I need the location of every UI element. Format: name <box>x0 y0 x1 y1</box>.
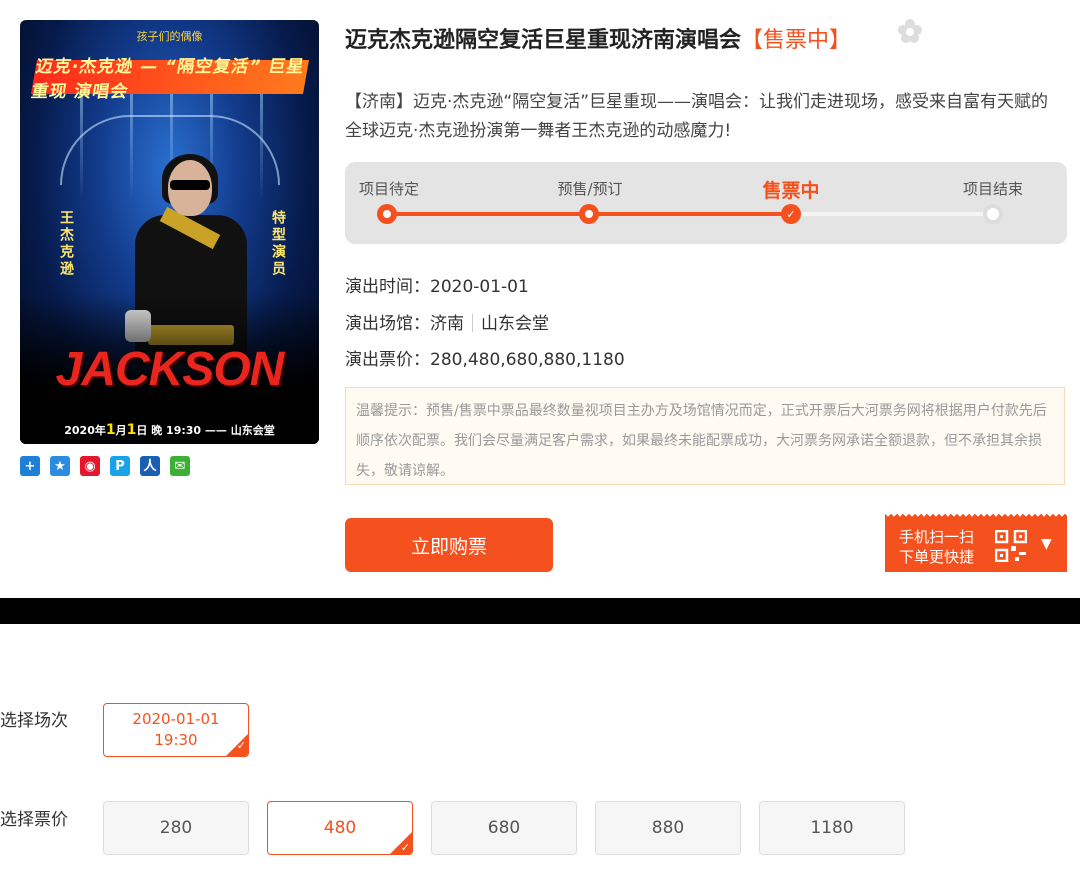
session-select-label: 选择场次 <box>0 711 68 731</box>
poster-day-unit: 日 <box>136 424 148 437</box>
price-option-680[interactable]: 680 <box>431 801 577 855</box>
event-title-text: 迈克杰克逊隔空复活巨星重现济南演唱会 <box>345 28 742 53</box>
favorite-flower-icon[interactable] <box>897 16 923 50</box>
session-option[interactable]: 2020-01-01 19:30 ✓ <box>103 703 249 757</box>
price-row: 演出票价：280,480,680,880,1180 <box>345 345 625 370</box>
zigzag-edge <box>885 514 1067 520</box>
share-bar: + ★ ◉ P 人 ✉ <box>20 456 190 476</box>
show-time-value: 2020-01-01 <box>430 277 529 297</box>
poster-date-line: 2020年1月1日 晚 19:30 —— 山东会堂 <box>20 422 319 438</box>
price-label: 演出票价： <box>345 350 430 370</box>
price-option-label: 480 <box>323 818 357 838</box>
poster-top-text: 孩子们的偶像 <box>136 30 203 43</box>
venue-label: 演出场馆： <box>345 314 430 334</box>
progress-check-icon: ✓ <box>781 204 801 224</box>
poster-time: 晚 19:30 <box>151 424 202 437</box>
share-wechat-icon[interactable]: ✉ <box>170 456 190 476</box>
venue-divider <box>472 314 473 332</box>
venue-row: 演出场馆：济南 山东会堂 <box>345 309 549 334</box>
share-qzone-icon[interactable]: ★ <box>50 456 70 476</box>
show-time-row: 演出时间：2020-01-01 <box>345 272 529 297</box>
scan-text: 手机扫一扫 下单更快捷 <box>899 527 974 567</box>
chevron-down-icon: ▼ <box>1041 536 1052 552</box>
show-time-label: 演出时间： <box>345 277 430 297</box>
check-icon: ✓ <box>236 739 246 752</box>
event-poster: 孩子们的偶像 迈克·杰克逊 — “隔空复活” 巨星重现 演唱会 王杰克逊 特型演… <box>20 20 319 444</box>
venue-city[interactable]: 济南 <box>430 314 464 334</box>
progress-step-presale: 预售/预订 <box>557 180 623 198</box>
price-option-label: 280 <box>159 818 193 838</box>
poster-year: 2020年 <box>64 424 106 437</box>
poster-brand-text: JACKSON <box>55 343 285 396</box>
poster-month-unit: 月 <box>115 424 127 437</box>
scan-line2: 下单更快捷 <box>899 548 975 566</box>
progress-dot-pending <box>377 204 397 224</box>
progress-step-ended: 项目结束 <box>962 180 1024 198</box>
poster-side-left: 王杰克逊 <box>58 210 74 278</box>
progress-step-selling: 售票中 <box>762 180 820 202</box>
scan-line1: 手机扫一扫 <box>899 528 975 546</box>
event-description: 【济南】迈克·杰克逊“隔空复活”巨星重现——演唱会：让我们走进现场，感受来自富有… <box>345 92 1049 141</box>
share-weibo-icon[interactable]: ◉ <box>80 456 100 476</box>
scan-qr-dropdown[interactable]: 手机扫一扫 下单更快捷 ▼ <box>885 514 1067 572</box>
check-icon: ✓ <box>400 841 410 854</box>
price-option-1180[interactable]: 1180 <box>759 801 905 855</box>
performer-glasses <box>170 180 210 190</box>
poster-day: 1 <box>126 422 137 438</box>
progress-step-pending: 项目待定 <box>358 180 420 198</box>
share-plus-icon[interactable]: + <box>20 456 40 476</box>
sale-progress-bar: 项目待定 预售/预订 售票中 项目结束 ✓ <box>345 162 1067 244</box>
price-option-label: 1180 <box>810 818 854 838</box>
session-time: 19:30 <box>154 731 198 749</box>
share-tqq-icon[interactable]: P <box>110 456 130 476</box>
poster-banner: 迈克·杰克逊 — “隔空复活” 巨星重现 演唱会 <box>30 57 309 102</box>
progress-dot-presale <box>579 204 599 224</box>
qr-code-icon <box>995 530 1027 562</box>
price-option-880[interactable]: 880 <box>595 801 741 855</box>
price-value: 280,480,680,880,1180 <box>430 350 625 370</box>
price-select-label: 选择票价 <box>0 810 68 830</box>
venue-name[interactable]: 山东会堂 <box>481 314 549 334</box>
status-badge: 【售票中】 <box>741 28 852 53</box>
price-option-label: 880 <box>651 818 685 838</box>
price-option-480[interactable]: 480 ✓ <box>267 801 413 855</box>
price-option-280[interactable]: 280 <box>103 801 249 855</box>
poster-side-right: 特型演员 <box>270 210 286 278</box>
poster-month: 1 <box>105 422 116 438</box>
notice-box: 温馨提示：预售/售票中票品最终数量视项目主办方及场馆情况而定，正式开票后大河票务… <box>345 387 1065 485</box>
section-divider <box>0 598 1080 624</box>
buy-now-button[interactable]: 立即购票 <box>345 518 553 572</box>
poster-venue: —— 山东会堂 <box>204 424 275 437</box>
share-renren-icon[interactable]: 人 <box>140 456 160 476</box>
event-title: 迈克杰克逊隔空复活巨星重现济南演唱会【售票中】 <box>345 22 851 54</box>
price-option-label: 680 <box>487 818 521 838</box>
session-date: 2020-01-01 <box>132 710 220 728</box>
progress-dot-ended <box>983 204 1003 224</box>
